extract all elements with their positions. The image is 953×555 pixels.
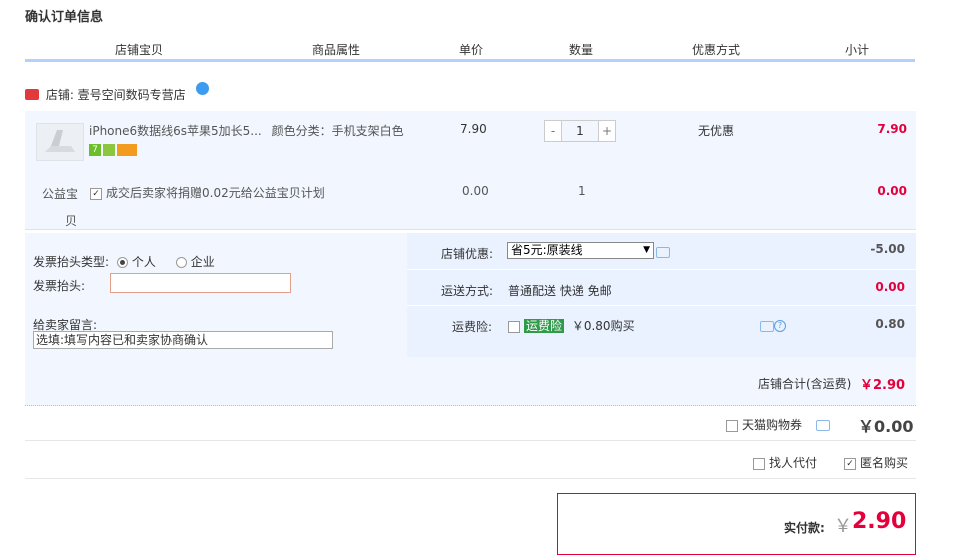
insurance-price-text: ￥0.80购买 <box>571 319 635 333</box>
welfare-quantity: 1 <box>578 184 586 198</box>
shipping-amount: 0.00 <box>875 280 905 294</box>
col-price: 单价 <box>459 43 484 57</box>
coupon-amount: ￥0.00 <box>858 417 914 436</box>
col-attribute: 商品属性 <box>312 43 361 57</box>
store-discount-amount: -5.00 <box>870 242 905 256</box>
item-discount: 无优惠 <box>698 124 735 138</box>
comment-icon[interactable] <box>760 321 774 332</box>
store-row: 店铺: 壹号空间数码专营店 <box>25 82 209 103</box>
anonymous-option: ✓ 匿名购买 <box>844 454 908 471</box>
store-name[interactable]: 店铺: 壹号空间数码专营店 <box>46 88 186 102</box>
col-discount: 优惠方式 <box>692 43 741 57</box>
item-subtotal: 7.90 <box>877 122 907 136</box>
welfare-text: 成交后卖家将捐赠0.02元给公益宝贝计划 <box>106 186 325 200</box>
invoice-personal-radio[interactable] <box>116 257 128 268</box>
divider <box>25 478 916 479</box>
comment-icon[interactable] <box>656 247 670 258</box>
quantity-plus-button[interactable]: + <box>598 120 616 142</box>
quantity-stepper: -1 + <box>544 120 616 142</box>
invoice-personal-label[interactable]: 个人 <box>132 255 156 269</box>
wangwang-chat-icon[interactable] <box>195 82 209 95</box>
store-total-label: 店铺合计(含运费) <box>758 377 852 391</box>
product-name[interactable]: iPhone6数据线6s苹果5加长5... <box>89 124 262 138</box>
store-discount-select[interactable]: 省5元:原装线 ▼ <box>507 242 654 259</box>
coupon-row: 天猫购物券 <box>726 416 830 433</box>
insurance-checkbox[interactable] <box>508 320 520 333</box>
welfare-label-2: 贝 <box>65 214 78 228</box>
welfare-checkbox: ✓ <box>90 187 102 200</box>
welfare-price: 0.00 <box>462 184 489 198</box>
help-icon[interactable]: ? <box>774 320 786 332</box>
shipping-label: 运送方式: <box>441 284 494 298</box>
seven-day-return-icon[interactable]: 7 <box>89 143 101 156</box>
welfare-subtotal: 0.00 <box>877 184 907 198</box>
invoice-title-input[interactable] <box>110 273 291 293</box>
quantity-minus-button[interactable]: - <box>544 120 562 142</box>
invoice-company-label[interactable]: 企业 <box>191 255 215 269</box>
coupon-label[interactable]: 天猫购物券 <box>742 418 802 432</box>
column-header: 店铺宝贝 商品属性 单价 数量 优惠方式 小计 <box>25 37 915 62</box>
guarantee-icon[interactable] <box>103 143 115 156</box>
insurance-tag: 运费险 <box>524 319 565 333</box>
payment-currency: ￥ <box>834 516 852 537</box>
invoice-company-radio[interactable] <box>175 257 187 268</box>
proxy-pay-checkbox[interactable] <box>753 457 765 470</box>
coupon-checkbox[interactable] <box>726 419 738 432</box>
payment-label: 实付款: <box>784 521 825 535</box>
quantity-input[interactable]: 1 <box>562 120 598 142</box>
product-thumbnail[interactable] <box>36 123 84 161</box>
tmall-badge-icon <box>25 89 39 100</box>
welfare-label-1: 公益宝 <box>42 187 79 201</box>
insurance-row: 运费险 ￥0.80购买 <box>508 317 635 334</box>
invoice-title-label: 发票抬头: <box>33 279 86 293</box>
comment-icon[interactable] <box>815 420 830 431</box>
credit-card-icon[interactable] <box>117 143 137 156</box>
store-discount-label: 店铺优惠: <box>441 247 494 261</box>
invoice-type-label: 发票抬头类型: <box>33 255 110 269</box>
phone-stand-icon <box>45 130 75 152</box>
proxy-pay-label[interactable]: 找人代付 <box>769 456 817 470</box>
invoice-type-row: 发票抬头类型: 个人 企业 <box>33 253 215 270</box>
product-attribute: 颜色分类：手机支架白色 <box>271 124 404 138</box>
insurance-amount: 0.80 <box>875 317 905 331</box>
anonymous-label[interactable]: 匿名购买 <box>860 456 908 470</box>
col-quantity: 数量 <box>569 43 594 57</box>
anonymous-checkbox[interactable]: ✓ <box>844 457 856 470</box>
welfare-row: ✓ 成交后卖家将捐赠0.02元给公益宝贝计划 <box>90 184 325 201</box>
shipping-method: 普通配送 快递 免邮 <box>508 284 612 298</box>
product-name-line: iPhone6数据线6s苹果5加长5... 颜色分类：手机支架白色 <box>89 122 404 139</box>
service-icons: 7 <box>89 142 139 156</box>
payment-amount: 2.90 <box>852 509 907 534</box>
seller-message-input[interactable]: 选填:填写内容已和卖家协商确认 <box>33 331 333 349</box>
col-subtotal: 小计 <box>845 43 870 57</box>
section-title: 确认订单信息 <box>25 10 104 25</box>
store-total-amount: ￥2.90 <box>860 378 906 393</box>
dropdown-arrow-icon: ▼ <box>643 245 650 255</box>
proxy-pay-option: 找人代付 <box>753 454 817 471</box>
col-store-item: 店铺宝贝 <box>115 43 164 57</box>
store-discount-selected: 省5元:原装线 <box>511 243 583 257</box>
divider <box>407 269 916 270</box>
divider <box>25 440 916 441</box>
item-price: 7.90 <box>460 122 487 136</box>
insurance-label: 运费险: <box>452 320 493 334</box>
divider <box>407 305 916 306</box>
